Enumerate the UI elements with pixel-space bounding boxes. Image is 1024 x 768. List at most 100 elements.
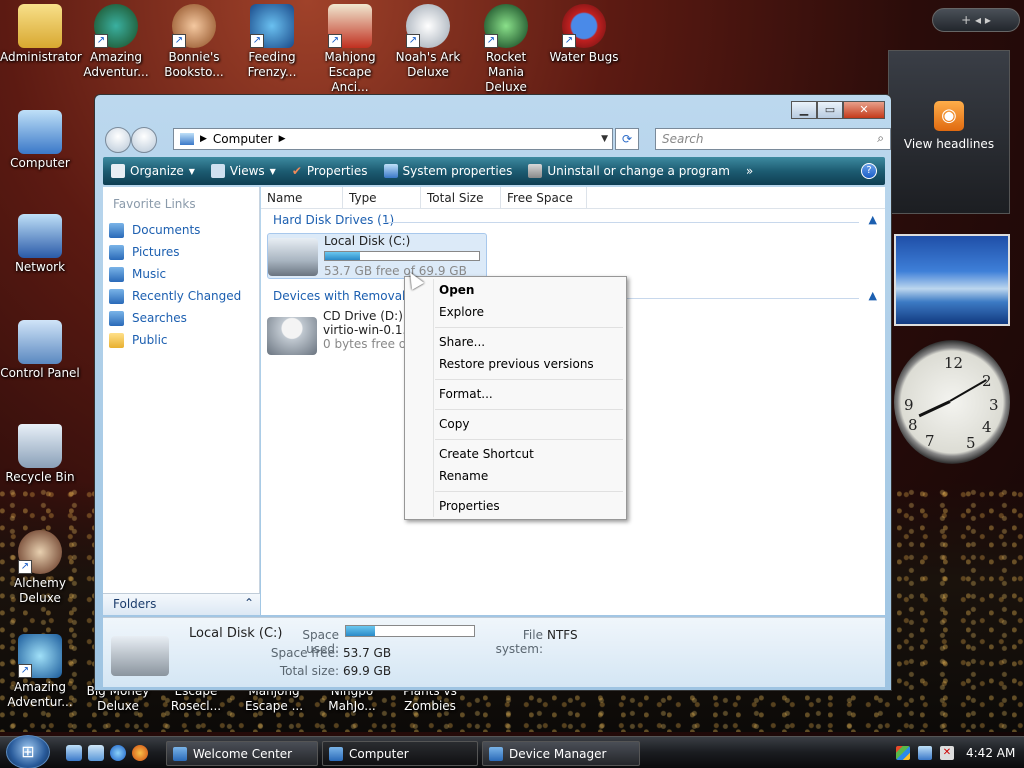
favorite-links-title: Favorite Links xyxy=(113,197,196,211)
menu-item-properties[interactable]: Properties xyxy=(439,497,500,515)
refresh-button[interactable]: ⟳ xyxy=(615,128,639,150)
desktop-icon-amazing-adventures-2[interactable]: ↗ Amazing Adventur... xyxy=(0,634,80,710)
minimize-button[interactable]: ▁ xyxy=(791,101,817,119)
menu-item-rename[interactable]: Rename xyxy=(439,467,488,485)
organize-button[interactable]: Organize ▼ xyxy=(103,164,203,178)
column-header-total-size[interactable]: Total Size xyxy=(421,187,501,208)
uninstall-label: Uninstall or change a program xyxy=(547,164,730,178)
system-properties-label: System properties xyxy=(402,164,513,178)
clock-gadget[interactable]: 12 2 3 4 5 7 8 9 xyxy=(894,340,1010,464)
favorite-link-pictures[interactable]: Pictures xyxy=(103,241,259,263)
favorite-link-public[interactable]: Public xyxy=(103,329,259,351)
favorite-link-recently-changed[interactable]: Recently Changed xyxy=(103,285,259,307)
desktop-icon-mahjong-escape[interactable]: ↗ Mahjong Escape Anci... xyxy=(310,4,390,95)
desktop-icon-label: Network xyxy=(14,260,66,274)
desktop-icon-bonnies-bookstore[interactable]: ↗ Bonnie's Booksto... xyxy=(154,4,234,80)
properties-button[interactable]: ✔ Properties xyxy=(284,164,376,178)
desktop-icon-alchemy-deluxe[interactable]: ↗ Alchemy Deluxe xyxy=(0,530,80,606)
folder-icon xyxy=(18,4,62,48)
taskbar-button-welcome-center[interactable]: Welcome Center xyxy=(166,741,318,766)
forward-button[interactable] xyxy=(131,127,157,153)
computer-icon xyxy=(18,110,62,154)
switch-windows-icon[interactable] xyxy=(88,745,104,761)
views-icon xyxy=(210,164,225,178)
uninstall-button[interactable]: Uninstall or change a program xyxy=(520,164,738,178)
game-icon: ↗ xyxy=(94,4,138,48)
taskbar-button-device-manager[interactable]: Device Manager xyxy=(482,741,640,766)
desktop-icon-label: Noah's Ark Deluxe xyxy=(395,50,461,79)
volume-muted-icon[interactable]: ✕ xyxy=(940,746,954,760)
desktop-icon-feeding-frenzy[interactable]: ↗ Feeding Frenzy... xyxy=(232,4,312,80)
views-button[interactable]: Views ▼ xyxy=(203,164,284,178)
game-icon: ↗ xyxy=(172,4,216,48)
desktop-icon-rocket-mania[interactable]: ↗ Rocket Mania Deluxe xyxy=(466,4,546,95)
taskbar-button-computer[interactable]: Computer xyxy=(322,741,478,766)
favorite-link-label: Documents xyxy=(132,223,201,237)
windows-flag-icon[interactable] xyxy=(896,746,910,760)
maximize-button[interactable]: ▭ xyxy=(817,101,843,119)
group-label: Devices with Removable xyxy=(273,289,421,303)
desktop-icon-label: Mahjong Escape Anci... xyxy=(324,50,376,94)
menu-item-restore-previous-versions[interactable]: Restore previous versions xyxy=(439,355,594,373)
favorite-link-music[interactable]: Music xyxy=(103,263,259,285)
organize-label: Organize xyxy=(130,164,184,178)
desktop-icon-computer[interactable]: Computer xyxy=(0,110,80,171)
search-icon[interactable]: ⌕ xyxy=(877,131,884,146)
clock-numeral: 3 xyxy=(989,396,999,414)
menu-item-explore[interactable]: Explore xyxy=(439,303,484,321)
desktop-icon-control-panel[interactable]: Control Panel xyxy=(0,320,80,381)
slideshow-gadget[interactable] xyxy=(894,234,1010,326)
drive-local-disk-c[interactable]: Local Disk (C:) 53.7 GB free of 69.9 GB xyxy=(267,233,487,279)
game-icon: ↗ xyxy=(328,4,372,48)
address-bar[interactable]: ▶ Computer ▶ ▼ xyxy=(173,128,613,150)
system-properties-button[interactable]: System properties xyxy=(376,164,521,178)
show-desktop-icon[interactable] xyxy=(66,745,82,761)
breadcrumb-arrow-icon[interactable]: ▶ xyxy=(279,134,286,144)
system-clock[interactable]: 4:42 AM xyxy=(966,746,1015,760)
feed-headlines-gadget[interactable]: ◉ View headlines xyxy=(888,50,1010,214)
column-header-free-space[interactable]: Free Space xyxy=(501,187,587,208)
internet-explorer-icon[interactable] xyxy=(110,745,126,761)
details-total-size: 69.9 GB xyxy=(343,664,392,678)
favorite-link-label: Public xyxy=(132,333,168,347)
favorite-link-searches[interactable]: Searches xyxy=(103,307,259,329)
menu-item-copy[interactable]: Copy xyxy=(439,415,469,433)
breadcrumb-computer[interactable]: Computer xyxy=(213,132,273,146)
menu-item-share[interactable]: Share... xyxy=(439,333,485,351)
desktop-icon-water-bugs[interactable]: ↗ Water Bugs xyxy=(544,4,624,65)
desktop-icon-administrator[interactable]: Administrator xyxy=(0,4,82,65)
search-input[interactable]: Search ⌕ xyxy=(655,128,891,150)
help-icon[interactable]: ? xyxy=(861,163,877,179)
start-button[interactable]: ⊞ xyxy=(6,735,50,768)
breadcrumb-arrow-icon[interactable]: ▶ xyxy=(200,134,207,144)
group-hard-disk-drives[interactable]: Hard Disk Drives (1) ▲ xyxy=(261,213,885,231)
desktop-icon-amazing-adventures[interactable]: ↗ Amazing Adventur... xyxy=(76,4,156,80)
favorite-link-documents[interactable]: Documents xyxy=(103,219,259,241)
network-icon xyxy=(18,214,62,258)
shortcut-arrow-icon: ↗ xyxy=(94,34,108,48)
details-space-free-label: Space free: xyxy=(270,646,339,660)
drive-info: Local Disk (C:) 53.7 GB free of 69.9 GB xyxy=(324,234,480,278)
favorite-link-label: Music xyxy=(132,267,167,281)
desktop-icon-network[interactable]: Network xyxy=(0,214,80,275)
desktop-icon-noahs-ark[interactable]: ↗ Noah's Ark Deluxe xyxy=(388,4,468,80)
folders-toggle[interactable]: Folders ⌃ xyxy=(103,593,260,615)
system-properties-icon xyxy=(383,164,398,178)
column-header-name[interactable]: Name xyxy=(261,187,343,208)
network-icon[interactable] xyxy=(918,746,932,760)
more-commands-button[interactable]: » xyxy=(738,164,761,178)
checkmark-icon: ✔ xyxy=(291,164,302,178)
wizard-icon: ↗ xyxy=(18,530,62,574)
menu-item-open[interactable]: Open xyxy=(439,281,474,299)
folders-label: Folders xyxy=(113,597,157,611)
desktop-icon-recycle-bin[interactable]: Recycle Bin xyxy=(0,424,80,485)
column-header-type[interactable]: Type xyxy=(343,187,421,208)
sidebar-controls[interactable]: + ◂ ▸ xyxy=(932,8,1020,32)
clock-numeral: 8 xyxy=(908,416,918,434)
close-button[interactable]: ✕ xyxy=(843,101,885,119)
menu-item-create-shortcut[interactable]: Create Shortcut xyxy=(439,445,534,463)
back-button[interactable] xyxy=(105,127,131,153)
menu-item-format[interactable]: Format... xyxy=(439,385,493,403)
firefox-icon[interactable] xyxy=(132,745,148,761)
address-dropdown-icon[interactable]: ▼ xyxy=(601,134,608,144)
